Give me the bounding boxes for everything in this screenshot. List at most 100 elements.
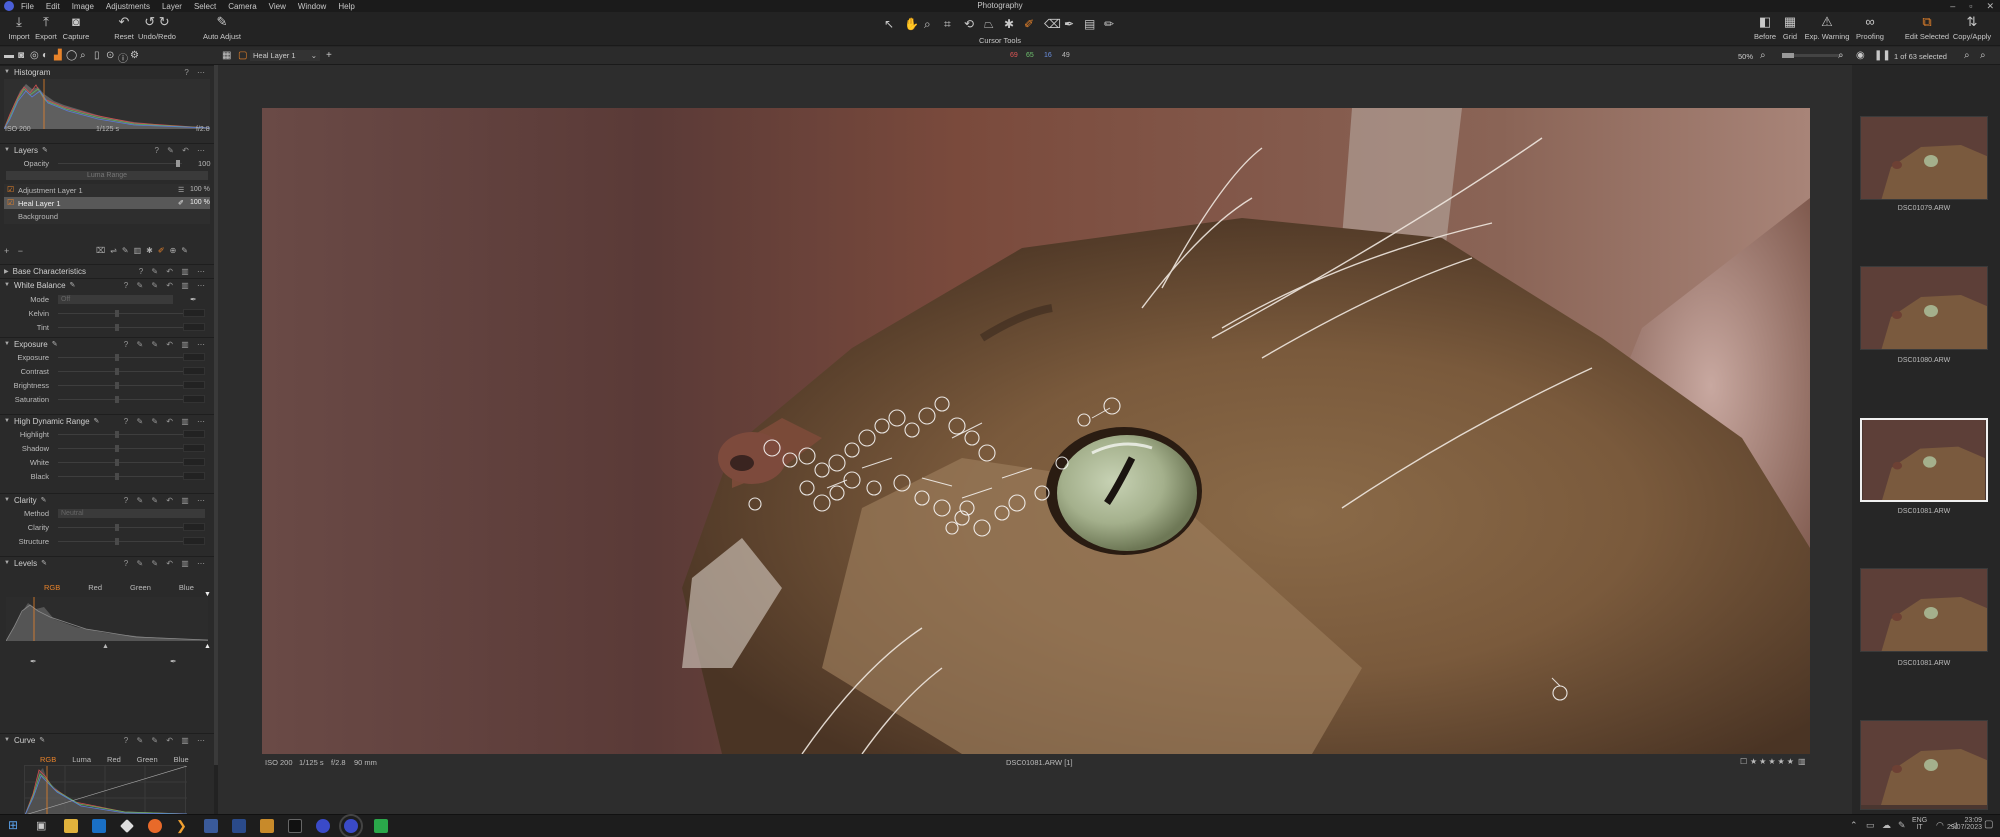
collapse-icon[interactable]: ▼ [4, 282, 10, 288]
exposure-tools[interactable]: ? ✎ ✎ ↶ ▥ ⋯ [124, 340, 208, 349]
edit-selected-button[interactable]: ⧉ Edit Selected [1904, 14, 1950, 41]
menu-select[interactable]: Select [194, 2, 216, 11]
base-tools[interactable]: ? ✎ ↶ ▥ ⋯ [139, 267, 208, 276]
exp-warning-button[interactable]: ⚠ Exp. Warning [1804, 14, 1850, 41]
layers-tools[interactable]: ? ✎ ↶ ⋯ [154, 146, 208, 155]
levels-white-handle[interactable]: ▼ [204, 591, 211, 598]
contrast-value[interactable] [183, 367, 205, 375]
search-tab-icon[interactable]: ⌕ [80, 50, 86, 61]
levels-mid-handle[interactable]: ▲ [102, 643, 109, 650]
terminal-icon[interactable] [288, 819, 302, 833]
picker-tool-icon[interactable]: ✒ [1064, 17, 1074, 31]
layer-row[interactable]: Background [4, 210, 210, 222]
minimize-icon[interactable]: – [1950, 0, 1955, 12]
eye-icon[interactable]: ◉ [1856, 50, 1865, 61]
capture-button[interactable]: ◙ Capture [62, 14, 90, 41]
layer-row-selected[interactable]: ☑ Heal Layer 1 ✐ 100 % [4, 197, 210, 209]
menu-image[interactable]: Image [72, 2, 94, 11]
contrast-slider[interactable] [58, 368, 188, 375]
copy-apply-button[interactable]: ⇅ Copy/Apply [1952, 14, 1992, 41]
auto-adjust-button[interactable]: ✎ Auto Adjust [200, 14, 244, 41]
collapse-icon[interactable]: ▼ [4, 737, 10, 743]
outlook-icon[interactable] [92, 819, 106, 833]
app-icon[interactable] [120, 819, 134, 833]
levels-white-output-handle[interactable]: ▲ [204, 643, 211, 650]
layers-header[interactable]: ▼ Layers ✎? ✎ ↶ ⋯ [0, 143, 214, 156]
capture-tab-icon[interactable]: ◙ [18, 50, 24, 61]
zoom-slider[interactable] [1782, 53, 1842, 58]
layer-brush-tools[interactable]: ⌧⇌✎▥✱✐⊕✎ [96, 246, 193, 255]
brightness-value[interactable] [183, 381, 205, 389]
levels-histogram[interactable] [5, 597, 209, 642]
network-icon[interactable]: ▭ [1866, 820, 1875, 831]
checkbox-icon[interactable]: ☑ [7, 185, 14, 194]
collapse-icon[interactable]: ▼ [4, 560, 10, 566]
add-layer-icon[interactable]: + [4, 246, 9, 256]
menu-camera[interactable]: Camera [228, 2, 256, 11]
exposure-tab-icon[interactable]: ▟ [54, 50, 62, 61]
shadow-value[interactable] [183, 444, 205, 452]
saturation-slider[interactable] [58, 396, 188, 403]
color-tag-icon[interactable]: ▥ [1798, 757, 1806, 766]
clock[interactable]: 23:09 29/07/2023 [1932, 817, 1982, 831]
firefox-icon[interactable] [148, 819, 162, 833]
levels-header[interactable]: ▼ Levels ✎? ✎ ✎ ↶ ▥ ⋯ [0, 556, 214, 569]
import-button[interactable]: ⤓ Import [8, 14, 30, 41]
curve-graph[interactable] [24, 765, 188, 814]
levels-white-picker-icon[interactable]: ✒ [170, 657, 177, 666]
structure-value[interactable] [183, 537, 205, 545]
filmstrip-thumbnail[interactable] [1860, 116, 1988, 200]
annotate-tool-icon[interactable]: ✏ [1104, 17, 1114, 31]
menu-file[interactable]: File [21, 2, 34, 11]
wb-mode-dropdown[interactable]: Off [58, 295, 173, 304]
clarity-method-dropdown[interactable]: Neutral [58, 509, 205, 518]
gradient-tool-icon[interactable]: ▤ [1084, 17, 1095, 31]
expand-icon[interactable]: ▶ [4, 268, 9, 275]
search-icon[interactable]: ⌕ [1964, 50, 1970, 61]
reset-button[interactable]: ↶ Reset [114, 14, 134, 41]
curve-tab-red[interactable]: Red [107, 755, 121, 764]
levels-tab-rgb[interactable]: RGB [44, 583, 60, 592]
export-button[interactable]: ⤒ Export [34, 14, 58, 41]
white-slider[interactable] [58, 459, 188, 466]
maximize-icon[interactable]: ▫ [1969, 0, 1972, 12]
curve-tab-green[interactable]: Green [137, 755, 158, 764]
file-explorer-icon[interactable] [64, 819, 78, 833]
exposure-header[interactable]: ▼ Exposure ✎? ✎ ✎ ↶ ▥ ⋯ [0, 337, 214, 350]
powershell-icon[interactable] [232, 819, 246, 833]
tray-chevron-icon[interactable]: ⌃ [1850, 820, 1858, 831]
windows-start-icon[interactable]: ⊞ [8, 818, 18, 832]
layout-icon[interactable]: ▦ [222, 50, 231, 61]
main-photo-cat[interactable] [262, 108, 1810, 754]
layer-settings-icon[interactable]: ☰ [178, 186, 184, 194]
hdr-tools[interactable]: ? ✎ ✎ ↶ ▥ ⋯ [124, 417, 208, 426]
add-layer-icon[interactable]: + [326, 50, 332, 61]
histogram-header[interactable]: ▼ Histogram? ⋯ [0, 65, 214, 78]
spot-tool-icon[interactable]: ✱ [1004, 17, 1014, 31]
filmstrip-thumbnail[interactable] [1860, 568, 1988, 652]
zoom-level[interactable]: 50% [1738, 52, 1753, 61]
filmstrip-thumbnail[interactable] [1860, 720, 1988, 810]
checkbox-icon[interactable]: ☑ [7, 198, 14, 207]
curve-tab-luma[interactable]: Luma [72, 755, 91, 764]
menu-layer[interactable]: Layer [162, 2, 182, 11]
clarity-tools[interactable]: ? ✎ ✎ ↶ ▥ ⋯ [124, 496, 208, 505]
histogram-tools[interactable]: ? ⋯ [184, 68, 208, 77]
layer-row[interactable]: ☑ Adjustment Layer 1 ☰ 100 % [4, 184, 210, 196]
collapse-icon[interactable]: ▼ [4, 418, 10, 424]
info-tab-icon[interactable]: ⓘ [118, 50, 128, 65]
structure-slider[interactable] [58, 538, 188, 545]
settings-app-icon[interactable] [204, 819, 218, 833]
filter-icon[interactable]: ⌕ [1980, 50, 1986, 61]
curve-header[interactable]: ▼ Curve ✎? ✎ ✎ ↶ ▥ ⋯ [0, 733, 214, 746]
task-view-icon[interactable]: ▣ [36, 819, 46, 832]
layer-mask-icon[interactable]: ▢ [238, 50, 247, 61]
layer-select[interactable]: Heal Layer 1 ⌄ [250, 50, 320, 61]
details-tab-icon[interactable]: ◯ [66, 50, 77, 61]
kelvin-value[interactable] [183, 309, 205, 317]
collapse-icon[interactable]: ▼ [4, 341, 10, 347]
kelvin-slider[interactable] [58, 310, 188, 317]
clarity-header[interactable]: ▼ Clarity ✎? ✎ ✎ ↶ ▥ ⋯ [0, 493, 214, 506]
levels-tab-red[interactable]: Red [88, 583, 102, 592]
sublime-icon[interactable] [260, 819, 274, 833]
